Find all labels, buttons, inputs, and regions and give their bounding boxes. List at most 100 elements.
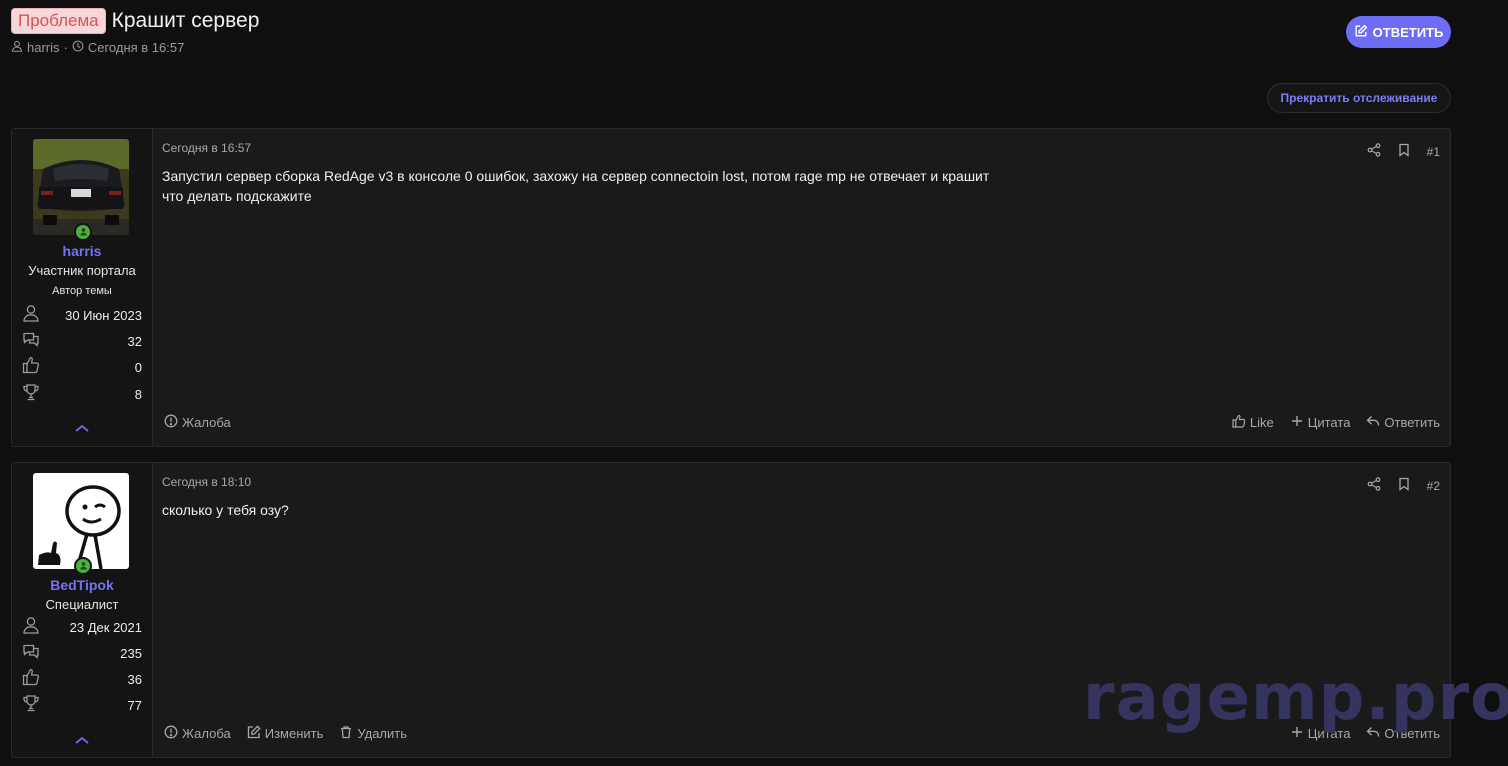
delete-post-button[interactable]: Удалить — [339, 725, 407, 742]
reply-arrow-icon — [1366, 725, 1380, 742]
post-body-line: что делать подскажите — [162, 187, 312, 204]
stat-points-value[interactable]: 8 — [135, 387, 142, 402]
edit-icon — [247, 725, 261, 742]
chevron-up-icon — [74, 421, 90, 438]
stat-points: 77 — [22, 694, 142, 715]
edit-icon — [1354, 24, 1368, 41]
post-body: сколько у тебя озу? — [162, 501, 289, 521]
post-date-link[interactable]: Сегодня в 16:57 — [162, 141, 251, 155]
post-top-actions: #2 — [1367, 477, 1440, 494]
user-title: Участник портала — [28, 263, 136, 278]
bookmark-icon[interactable] — [1397, 143, 1411, 160]
online-indicator — [74, 557, 92, 575]
plus-icon — [1290, 414, 1304, 431]
thread-author-link[interactable]: harris — [27, 40, 60, 55]
stat-joined: 30 Июн 2023 — [22, 304, 142, 327]
reply-label: Ответить — [1384, 726, 1440, 741]
post: BedTipok Специалист 23 Дек 2021 235 36 7… — [11, 462, 1451, 758]
stat-messages: 235 — [22, 643, 142, 663]
user-title: Специалист — [45, 597, 119, 612]
post-footer-right: Like Цитата Ответить — [1232, 414, 1440, 431]
post-date-link[interactable]: Сегодня в 18:10 — [162, 475, 251, 489]
collapse-user-details-button[interactable] — [74, 733, 90, 745]
post-footer-left: Жалоба Изменить Удалить — [164, 725, 407, 742]
quote-label: Цитата — [1307, 415, 1351, 430]
report-label: Жалоба — [182, 415, 231, 430]
like-label: Like — [1249, 415, 1274, 430]
quote-label: Цитата — [1307, 726, 1351, 741]
stat-reactions: 0 — [22, 356, 142, 379]
delete-label: Удалить — [357, 726, 407, 741]
thread-header: Проблема Крашит сервер — [11, 8, 259, 34]
thumbs-up-icon — [1232, 414, 1246, 431]
bookmark-icon[interactable] — [1397, 477, 1411, 494]
post-footer: Жалоба Изменить Удалить Цитата Ответить — [164, 725, 1440, 742]
unwatch-button[interactable]: Прекратить отслеживание — [1267, 83, 1451, 113]
stat-points-value[interactable]: 77 — [128, 698, 142, 713]
username-link[interactable]: harris — [12, 243, 152, 259]
thumbs-up-icon — [22, 668, 40, 691]
post-body-line: Запустил сервер сборка RedAge v3 в консо… — [162, 168, 990, 184]
post-footer: Жалоба Like Цитата Ответить — [164, 414, 1440, 431]
reply-label: Ответить — [1384, 415, 1440, 430]
thread-prefix-label[interactable]: Проблема — [11, 8, 106, 34]
post-user-panel: harris Участник портала Автор темы 30 Ию… — [12, 129, 153, 446]
quote-button[interactable]: Цитата — [1290, 414, 1351, 431]
user-icon — [22, 304, 40, 327]
user-icon — [22, 616, 40, 639]
post-reply-button[interactable]: Ответить — [1366, 725, 1440, 742]
share-icon[interactable] — [1367, 477, 1381, 494]
stat-reactions: 36 — [22, 668, 142, 691]
user-icon — [11, 40, 23, 55]
comments-icon — [22, 642, 40, 665]
clock-icon — [72, 40, 84, 55]
thumbs-up-icon — [22, 356, 40, 379]
stat-messages: 32 — [22, 331, 142, 351]
thread-meta: harris · Сегодня в 16:57 — [11, 40, 184, 55]
share-icon[interactable] — [1367, 143, 1381, 160]
online-user-icon — [79, 223, 88, 241]
like-button[interactable]: Like — [1232, 414, 1274, 431]
post-top-actions: #1 — [1367, 143, 1440, 160]
stat-reactions-value: 0 — [134, 359, 142, 375]
alert-circle-icon — [164, 725, 178, 742]
edit-post-button[interactable]: Изменить — [247, 725, 324, 742]
plus-icon — [1290, 725, 1304, 742]
post-number-link[interactable]: #2 — [1427, 479, 1440, 493]
report-label: Жалоба — [182, 726, 231, 741]
stat-joined-value: 30 Июн 2023 — [65, 307, 142, 323]
alert-circle-icon — [164, 414, 178, 431]
username-link[interactable]: BedTipok — [12, 577, 152, 593]
post-body-line: сколько у тебя озу? — [162, 502, 289, 518]
stat-joined: 23 Дек 2021 — [22, 616, 142, 639]
post-footer-left: Жалоба — [164, 414, 231, 431]
avatar[interactable] — [33, 139, 129, 235]
thread-date-link[interactable]: Сегодня в 16:57 — [88, 40, 184, 55]
thread-title: Крашит сервер — [111, 9, 260, 32]
reply-arrow-icon — [1366, 414, 1380, 431]
report-button[interactable]: Жалоба — [164, 725, 231, 742]
online-user-icon — [79, 557, 88, 575]
stat-joined-value: 23 Дек 2021 — [69, 619, 142, 635]
post-reply-button[interactable]: Ответить — [1366, 414, 1440, 431]
post: harris Участник портала Автор темы 30 Ию… — [11, 128, 1451, 447]
trophy-icon — [22, 383, 40, 406]
collapse-user-details-button[interactable] — [74, 421, 90, 433]
report-button[interactable]: Жалоба — [164, 414, 231, 431]
reply-button[interactable]: ОТВЕТИТЬ — [1346, 16, 1451, 48]
trash-icon — [339, 725, 353, 742]
post-body: Запустил сервер сборка RedAge v3 в консо… — [162, 167, 989, 206]
avatar[interactable] — [33, 473, 129, 569]
stat-messages-value[interactable]: 32 — [128, 334, 142, 349]
thread-starter-banner: Автор темы — [52, 285, 112, 297]
stat-messages-value[interactable]: 235 — [120, 646, 142, 661]
comments-icon — [22, 330, 40, 353]
post-number-link[interactable]: #1 — [1427, 145, 1440, 159]
quote-button[interactable]: Цитата — [1290, 725, 1351, 742]
online-indicator — [74, 223, 92, 241]
chevron-up-icon — [74, 733, 90, 750]
reply-button-label: ОТВЕТИТЬ — [1372, 24, 1444, 40]
stat-reactions-value: 36 — [127, 671, 142, 687]
edit-label: Изменить — [264, 726, 324, 741]
post-user-panel: BedTipok Специалист 23 Дек 2021 235 36 7… — [12, 463, 153, 757]
